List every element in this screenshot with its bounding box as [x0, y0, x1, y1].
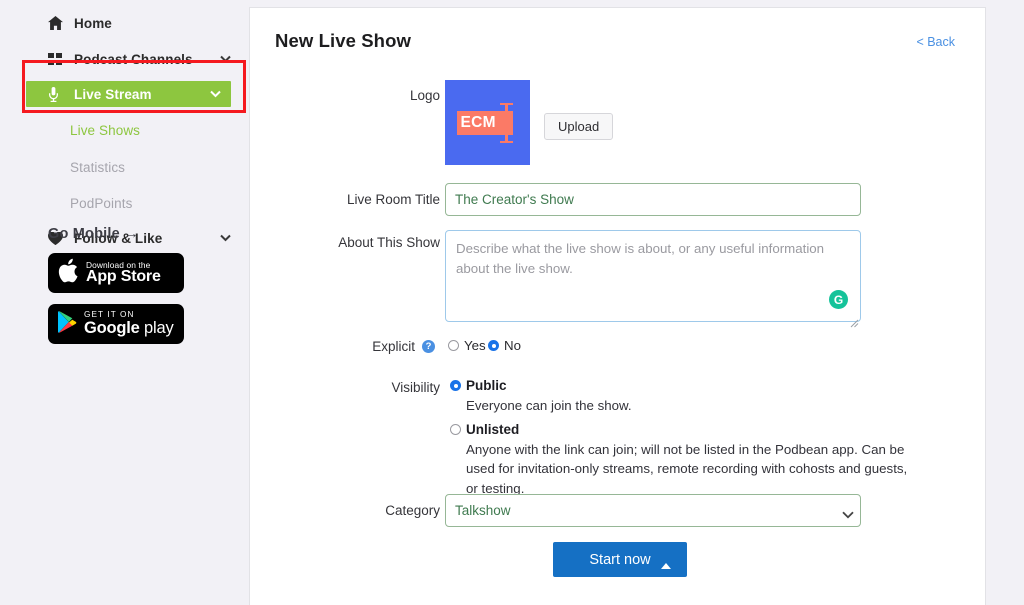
- logo-label: Logo: [275, 88, 440, 103]
- sidebar-item-podpoints[interactable]: PodPoints: [0, 190, 249, 216]
- about-show-label: About This Show: [275, 235, 440, 250]
- category-label: Category: [275, 503, 440, 518]
- app-root: Home Podcast Channels: [0, 0, 1024, 605]
- visibility-option-head[interactable]: Unlisted: [450, 422, 916, 437]
- logo-preview[interactable]: ECM: [445, 80, 530, 165]
- sidebar-nav: Home Podcast Channels: [0, 0, 249, 251]
- grammarly-icon[interactable]: G: [829, 290, 848, 309]
- sidebar-item-live-stream[interactable]: Live Stream: [26, 81, 231, 107]
- logo-ibeam-mark: [505, 103, 508, 143]
- visibility-option-head[interactable]: Public: [450, 378, 916, 393]
- microphone-icon: [48, 86, 66, 102]
- explicit-label: Explicit: [275, 339, 415, 354]
- app-store-badge-bottom: App Store: [86, 269, 161, 285]
- live-room-title-label: Live Room Title: [275, 192, 440, 207]
- sidebar-item-label: Live Shows: [70, 123, 140, 138]
- radio-button[interactable]: [450, 380, 461, 391]
- sidebar-item-label: Live Stream: [74, 87, 152, 102]
- sidebar-item-label: PodPoints: [70, 196, 132, 211]
- play-word: play: [140, 319, 174, 337]
- google-play-badge[interactable]: GET IT ON Google play: [48, 304, 184, 344]
- visibility-label: Visibility: [275, 380, 440, 395]
- about-show-field-wrap: G: [445, 230, 861, 327]
- page-title: New Live Show: [275, 30, 411, 52]
- explicit-option-yes[interactable]: Yes: [448, 338, 486, 353]
- visibility-option-unlisted[interactable]: Unlisted Anyone with the link can join; …: [450, 422, 916, 498]
- grid-icon: [48, 51, 66, 67]
- sidebar-item-statistics[interactable]: Statistics: [0, 154, 249, 180]
- app-store-badge-text: Download on the App Store: [86, 261, 161, 286]
- category-select[interactable]: Talkshow: [445, 494, 861, 527]
- sidebar-item-home[interactable]: Home: [0, 10, 249, 36]
- explicit-option-label: Yes: [464, 338, 486, 353]
- radio-button[interactable]: [450, 424, 461, 435]
- chevron-up-icon[interactable]: [661, 557, 671, 563]
- chevron-down-icon[interactable]: [210, 91, 221, 98]
- visibility-option-description: Anyone with the link can join; will not …: [466, 440, 916, 498]
- google-play-badge-bottom: Google play: [84, 320, 174, 337]
- chevron-down-icon[interactable]: [220, 56, 231, 63]
- app-store-badge[interactable]: Download on the App Store: [48, 253, 184, 293]
- go-mobile-section: Go Mobile → Download on the App Store: [0, 226, 249, 344]
- about-show-textarea[interactable]: [445, 230, 861, 322]
- start-now-label: Start now: [589, 552, 650, 568]
- visibility-option-public[interactable]: Public Everyone can join the show.: [450, 378, 916, 415]
- help-question-icon[interactable]: ?: [422, 340, 435, 353]
- visibility-option-title: Unlisted: [466, 422, 519, 437]
- main-content-panel: New Live Show < Back Logo ECM Upload Liv…: [249, 7, 986, 605]
- sidebar: Home Podcast Channels: [0, 0, 249, 605]
- back-link[interactable]: < Back: [916, 35, 955, 49]
- visibility-option-title: Public: [466, 378, 507, 393]
- google-play-badge-text: GET IT ON Google play: [84, 311, 174, 336]
- go-mobile-title: Go Mobile →: [0, 226, 249, 242]
- logo-text: ECM: [461, 114, 496, 132]
- explicit-option-label: No: [504, 338, 521, 353]
- sidebar-item-label: Statistics: [70, 160, 125, 175]
- logo-artwork: ECM: [457, 111, 519, 135]
- sidebar-item-live-shows[interactable]: Live Shows: [0, 117, 249, 143]
- sidebar-item-label: Home: [74, 16, 112, 31]
- start-now-button[interactable]: Start now: [553, 542, 687, 577]
- upload-button[interactable]: Upload: [544, 113, 613, 140]
- google-play-word: Google: [84, 319, 140, 337]
- home-icon: [48, 15, 66, 31]
- sidebar-item-podcast-channels[interactable]: Podcast Channels: [0, 46, 249, 72]
- explicit-option-no[interactable]: No: [488, 338, 521, 353]
- resize-handle-icon[interactable]: [849, 315, 859, 325]
- apple-icon: [57, 258, 79, 289]
- sidebar-item-label: Podcast Channels: [74, 52, 193, 67]
- radio-button[interactable]: [488, 340, 499, 351]
- google-play-icon: [57, 311, 77, 338]
- radio-button[interactable]: [448, 340, 459, 351]
- live-room-title-input[interactable]: [445, 183, 861, 216]
- visibility-option-description: Everyone can join the show.: [466, 396, 916, 415]
